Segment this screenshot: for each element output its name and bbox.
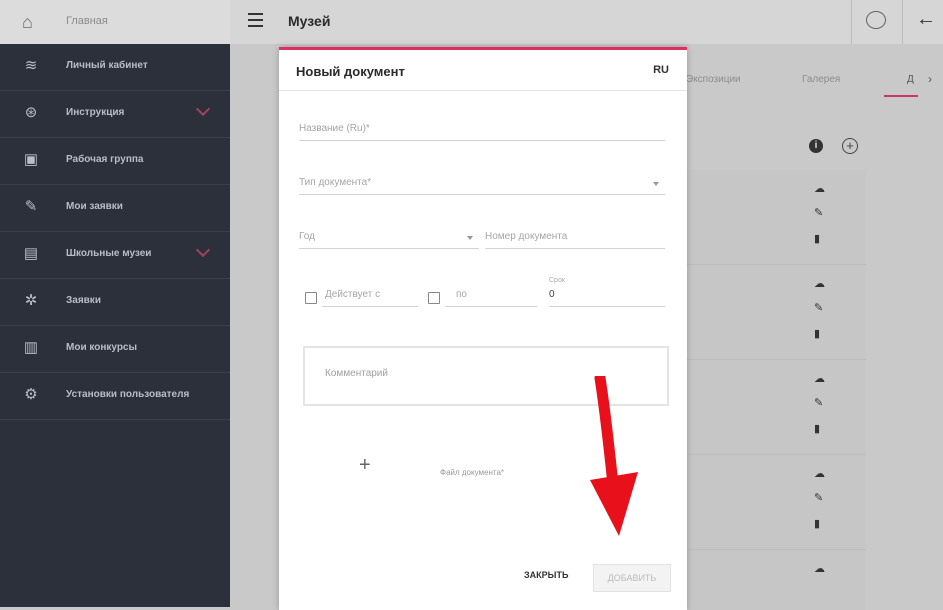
settings-icon: ⚙ [24,386,38,403]
calendar-icon[interactable] [305,292,317,304]
sidebar-item-label: Мои конкурсы [66,342,138,353]
cloud-upload-icon[interactable]: ☁ [814,372,825,385]
sidebar-item-workgroup[interactable]: ▣ Рабочая группа [0,138,230,185]
layers-icon: ≋ [24,57,38,74]
divider [902,0,903,44]
dropdown-arrow-icon [467,236,473,240]
chevron-right-icon[interactable]: › [928,72,932,86]
chat-icon[interactable] [866,11,886,29]
lifebuoy-icon: ⊛ [24,104,38,121]
contest-icon: ▥ [23,339,39,356]
cloud-upload-icon[interactable]: ☁ [814,562,825,575]
language-toggle[interactable]: RU [653,64,669,76]
type-placeholder: Тип документа* [299,177,372,188]
valid-from-input[interactable]: Действует с [322,282,418,307]
home-icon: ⌂ [22,12,33,32]
edit-icon[interactable]: ✎ [814,491,823,504]
home-link[interactable]: ⌂ Главная [0,0,230,45]
edit-icon[interactable]: ✎ [814,301,823,314]
sidebar-item-label: Инструкция [66,107,125,118]
list-item: ☁ ✎ ▮ [686,170,866,265]
term-input[interactable]: 0 [549,282,665,307]
list-item: ☁ [686,550,866,610]
cloud-upload-icon[interactable]: ☁ [814,182,825,195]
sidebar-item-label: Личный кабинет [66,60,148,71]
year-placeholder: Год [299,231,315,242]
sidebar-item-school-museums[interactable]: ▤ Школьные музеи [0,232,230,279]
top-bar: Музей ← [230,0,943,45]
chevron-down-icon [195,101,211,117]
delete-icon[interactable]: ▮ [814,232,820,245]
add-button[interactable]: ДОБАВИТЬ [593,564,671,592]
list-item: ☁ ✎ ▮ [686,265,866,360]
sidebar-item-label: Заявки [66,295,101,306]
sidebar-item-label: Рабочая группа [66,154,144,165]
back-arrow-icon[interactable]: ← [916,8,936,31]
year-select[interactable]: Год [299,224,479,249]
valid-to-input[interactable]: по [445,282,537,307]
document-type-select[interactable]: Тип документа* [299,170,665,195]
name-placeholder: Название (Ru)* [299,123,370,134]
group-icon: ▣ [23,151,39,168]
term-value: 0 [549,289,555,300]
info-icon[interactable]: i [809,139,823,153]
delete-icon[interactable]: ▮ [814,327,820,340]
sidebar: ≋ Личный кабинет ⊛ Инструкция ▣ Рабочая … [0,44,230,607]
cloud-upload-icon[interactable]: ☁ [814,467,825,480]
tab-documents[interactable]: Д [907,74,914,85]
name-input[interactable]: Название (Ru)* [299,116,665,141]
number-placeholder: Номер документа [485,231,568,242]
sidebar-item-my-contests[interactable]: ▥ Мои конкурсы [0,326,230,373]
delete-icon[interactable]: ▮ [814,517,820,530]
divider [851,0,852,44]
document-list: ☁ ✎ ▮ ☁ ✎ ▮ ☁ ✎ ▮ ☁ ✎ ▮ ☁ [686,170,866,610]
delete-icon[interactable]: ▮ [814,422,820,435]
document-edit-icon: ✎ [24,198,38,215]
file-label: Файл документа* [440,468,505,477]
valid-from-placeholder: Действует с [325,289,381,300]
annotation-arrow [590,376,638,536]
list-item: ☁ ✎ ▮ [686,360,866,455]
sidebar-item-label: Мои заявки [66,201,123,212]
edit-icon[interactable]: ✎ [814,206,823,219]
home-label: Главная [66,15,108,27]
sidebar-item-my-applications[interactable]: ✎ Мои заявки [0,185,230,232]
chevron-down-icon [195,242,211,258]
edit-icon[interactable]: ✎ [814,396,823,409]
valid-to-placeholder: по [456,289,467,300]
sidebar-item-label: Школьные музеи [66,248,152,259]
museum-icon: ▤ [23,245,39,262]
dialog-title: Новый документ [296,64,405,79]
list-item: ☁ ✎ ▮ [686,455,866,550]
page-title: Музей [288,13,331,29]
sidebar-item-user-settings[interactable]: ⚙ Установки пользователя [0,373,230,420]
calendar-icon[interactable] [428,292,440,304]
comment-placeholder: Комментарий [325,368,388,379]
add-file-icon[interactable]: + [359,454,371,477]
sidebar-item-label: Установки пользователя [66,389,190,400]
badge-icon: ✲ [24,292,38,309]
dropdown-arrow-icon [653,182,659,186]
tab-gallery[interactable]: Галерея [802,74,840,85]
menu-icon[interactable] [248,13,263,27]
sidebar-item-instruction[interactable]: ⊛ Инструкция [0,91,230,138]
close-button[interactable]: ЗАКРЫТЬ [524,570,568,580]
tab-expositions[interactable]: Экспозиции [686,74,741,85]
sidebar-item-applications[interactable]: ✲ Заявки [0,279,230,326]
add-circle-icon[interactable]: + [842,138,858,154]
dialog-header: Новый документ RU [279,50,687,91]
active-tab-indicator [884,95,918,97]
document-number-input[interactable]: Номер документа [485,224,665,249]
sidebar-item-cabinet[interactable]: ≋ Личный кабинет [0,44,230,91]
cloud-upload-icon[interactable]: ☁ [814,277,825,290]
